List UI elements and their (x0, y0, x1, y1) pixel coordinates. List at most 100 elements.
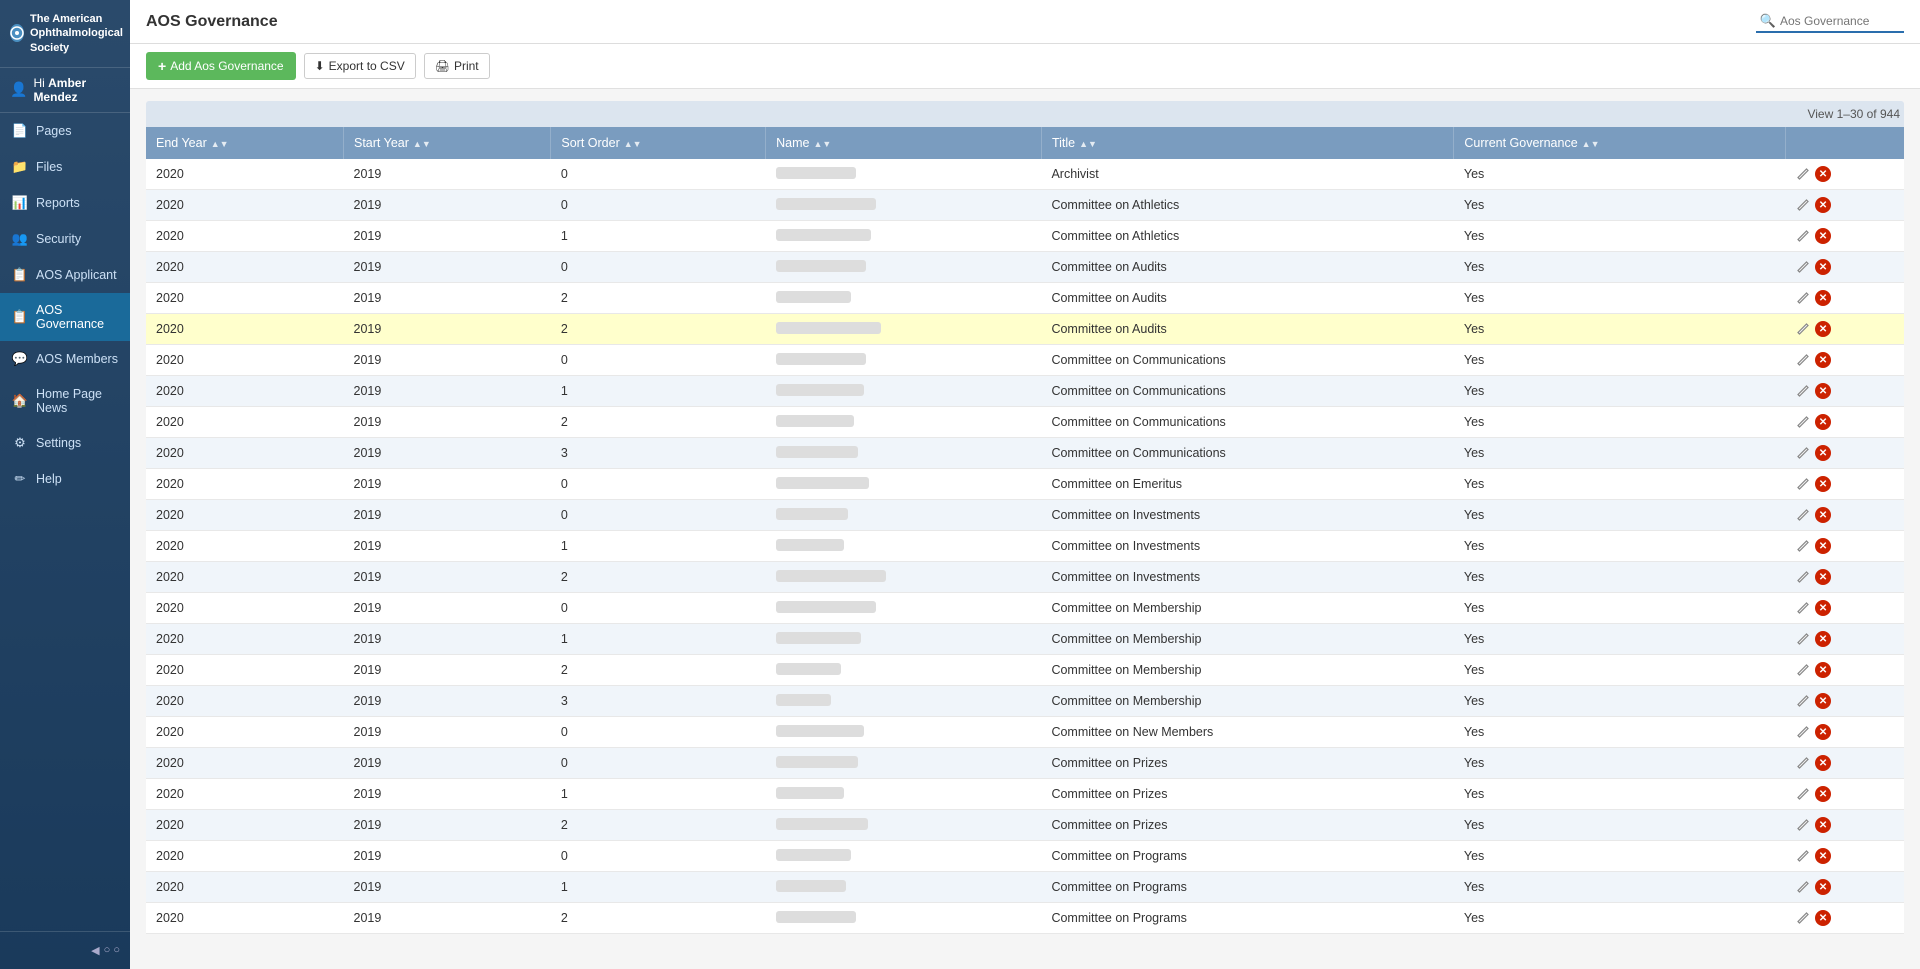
home-page-news-icon: 🏠 (12, 393, 28, 409)
edit-button[interactable] (1795, 600, 1811, 616)
edit-button[interactable] (1795, 507, 1811, 523)
edit-button[interactable] (1795, 817, 1811, 833)
export-csv-button[interactable]: ⬇ Export to CSV (304, 53, 416, 79)
col-header-sort-order[interactable]: Sort Order▲▼ (551, 127, 766, 159)
edit-button[interactable] (1795, 414, 1811, 430)
delete-button[interactable]: ✕ (1815, 755, 1831, 771)
delete-button[interactable]: ✕ (1815, 383, 1831, 399)
delete-button[interactable]: ✕ (1815, 290, 1831, 306)
delete-button[interactable]: ✕ (1815, 786, 1831, 802)
delete-button[interactable]: ✕ (1815, 569, 1831, 585)
col-header-title[interactable]: Title▲▼ (1041, 127, 1453, 159)
edit-button[interactable] (1795, 197, 1811, 213)
pages-icon: 📄 (12, 123, 28, 139)
cell-name (766, 531, 1042, 562)
sidebar-item-help[interactable]: ✏ Help (0, 461, 130, 497)
edit-button[interactable] (1795, 879, 1811, 895)
cell-sort-order: 0 (551, 748, 766, 779)
edit-button[interactable] (1795, 724, 1811, 740)
cell-start-year: 2019 (344, 283, 551, 314)
col-header-start-year[interactable]: Start Year▲▼ (344, 127, 551, 159)
edit-button[interactable] (1795, 259, 1811, 275)
cell-end-year: 2020 (146, 438, 344, 469)
export-label: Export to CSV (329, 59, 405, 73)
edit-button[interactable] (1795, 662, 1811, 678)
delete-button[interactable]: ✕ (1815, 259, 1831, 275)
edit-button[interactable] (1795, 166, 1811, 182)
sidebar-item-aos-members[interactable]: 💬 AOS Members (0, 341, 130, 377)
col-header-name[interactable]: Name▲▼ (766, 127, 1042, 159)
cell-current-governance: Yes (1454, 810, 1785, 841)
edit-button[interactable] (1795, 445, 1811, 461)
edit-button[interactable] (1795, 693, 1811, 709)
delete-button[interactable]: ✕ (1815, 538, 1831, 554)
edit-button[interactable] (1795, 631, 1811, 647)
cell-actions: ✕ (1785, 779, 1904, 810)
add-governance-button[interactable]: + Add Aos Governance (146, 52, 296, 80)
edit-button[interactable] (1795, 569, 1811, 585)
sidebar-item-home-page-news[interactable]: 🏠 Home Page News (0, 377, 130, 425)
edit-button[interactable] (1795, 786, 1811, 802)
edit-button[interactable] (1795, 321, 1811, 337)
delete-button[interactable]: ✕ (1815, 817, 1831, 833)
sort-arrows-0: ▲▼ (211, 139, 229, 149)
edit-button[interactable] (1795, 290, 1811, 306)
cell-end-year: 2020 (146, 624, 344, 655)
sidebar-item-security[interactable]: 👥 Security (0, 221, 130, 257)
delete-button[interactable]: ✕ (1815, 848, 1831, 864)
delete-button[interactable]: ✕ (1815, 197, 1831, 213)
delete-button[interactable]: ✕ (1815, 352, 1831, 368)
delete-button[interactable]: ✕ (1815, 879, 1831, 895)
search-input[interactable] (1780, 14, 1900, 28)
col-header-current-governance[interactable]: Current Governance▲▼ (1454, 127, 1785, 159)
col-header-end-year[interactable]: End Year▲▼ (146, 127, 344, 159)
sidebar-item-pages[interactable]: 📄 Pages (0, 113, 130, 149)
sidebar-item-reports[interactable]: 📊 Reports (0, 185, 130, 221)
edit-button[interactable] (1795, 910, 1811, 926)
sidebar-item-files[interactable]: 📁 Files (0, 149, 130, 185)
sidebar-item-aos-applicant[interactable]: 📋 AOS Applicant (0, 257, 130, 293)
edit-button[interactable] (1795, 538, 1811, 554)
delete-button[interactable]: ✕ (1815, 414, 1831, 430)
edit-button[interactable] (1795, 228, 1811, 244)
edit-button[interactable] (1795, 848, 1811, 864)
edit-button[interactable] (1795, 383, 1811, 399)
expand-circles: ○ ○ (104, 944, 120, 957)
delete-button[interactable]: ✕ (1815, 166, 1831, 182)
cell-current-governance: Yes (1454, 686, 1785, 717)
delete-button[interactable]: ✕ (1815, 507, 1831, 523)
cell-title: Committee on Communications (1041, 376, 1453, 407)
sidebar-user[interactable]: 👤 Hi Amber Mendez (0, 68, 130, 113)
edit-button[interactable] (1795, 352, 1811, 368)
edit-button[interactable] (1795, 476, 1811, 492)
delete-button[interactable]: ✕ (1815, 724, 1831, 740)
delete-button[interactable]: ✕ (1815, 693, 1831, 709)
delete-button[interactable]: ✕ (1815, 662, 1831, 678)
sidebar-item-label: Settings (36, 436, 81, 450)
delete-button[interactable]: ✕ (1815, 910, 1831, 926)
aos-members-icon: 💬 (12, 351, 28, 367)
delete-button[interactable]: ✕ (1815, 445, 1831, 461)
cell-actions: ✕ (1785, 469, 1904, 500)
sidebar-collapse-button[interactable]: ◀ ○ ○ (0, 938, 130, 963)
table-row: 2020 2019 0 Committee on Membership Yes … (146, 593, 1904, 624)
print-button[interactable]: 🖨 Print (424, 53, 490, 79)
cell-title: Committee on Investments (1041, 531, 1453, 562)
cell-title: Committee on Programs (1041, 841, 1453, 872)
cell-start-year: 2019 (344, 221, 551, 252)
sidebar-item-aos-governance[interactable]: 📋 AOS Governance (0, 293, 130, 341)
cell-end-year: 2020 (146, 655, 344, 686)
cell-title: Committee on Audits (1041, 314, 1453, 345)
table-row: 2020 2019 0 Committee on Programs Yes ✕ (146, 841, 1904, 872)
delete-button[interactable]: ✕ (1815, 228, 1831, 244)
delete-button[interactable]: ✕ (1815, 600, 1831, 616)
sidebar-item-settings[interactable]: ⚙ Settings (0, 425, 130, 461)
delete-button[interactable]: ✕ (1815, 631, 1831, 647)
delete-button[interactable]: ✕ (1815, 476, 1831, 492)
cell-end-year: 2020 (146, 345, 344, 376)
export-icon: ⬇ (315, 59, 325, 73)
table-row: 2020 2019 2 Committee on Investments Yes… (146, 562, 1904, 593)
edit-button[interactable] (1795, 755, 1811, 771)
delete-button[interactable]: ✕ (1815, 321, 1831, 337)
cell-name (766, 624, 1042, 655)
